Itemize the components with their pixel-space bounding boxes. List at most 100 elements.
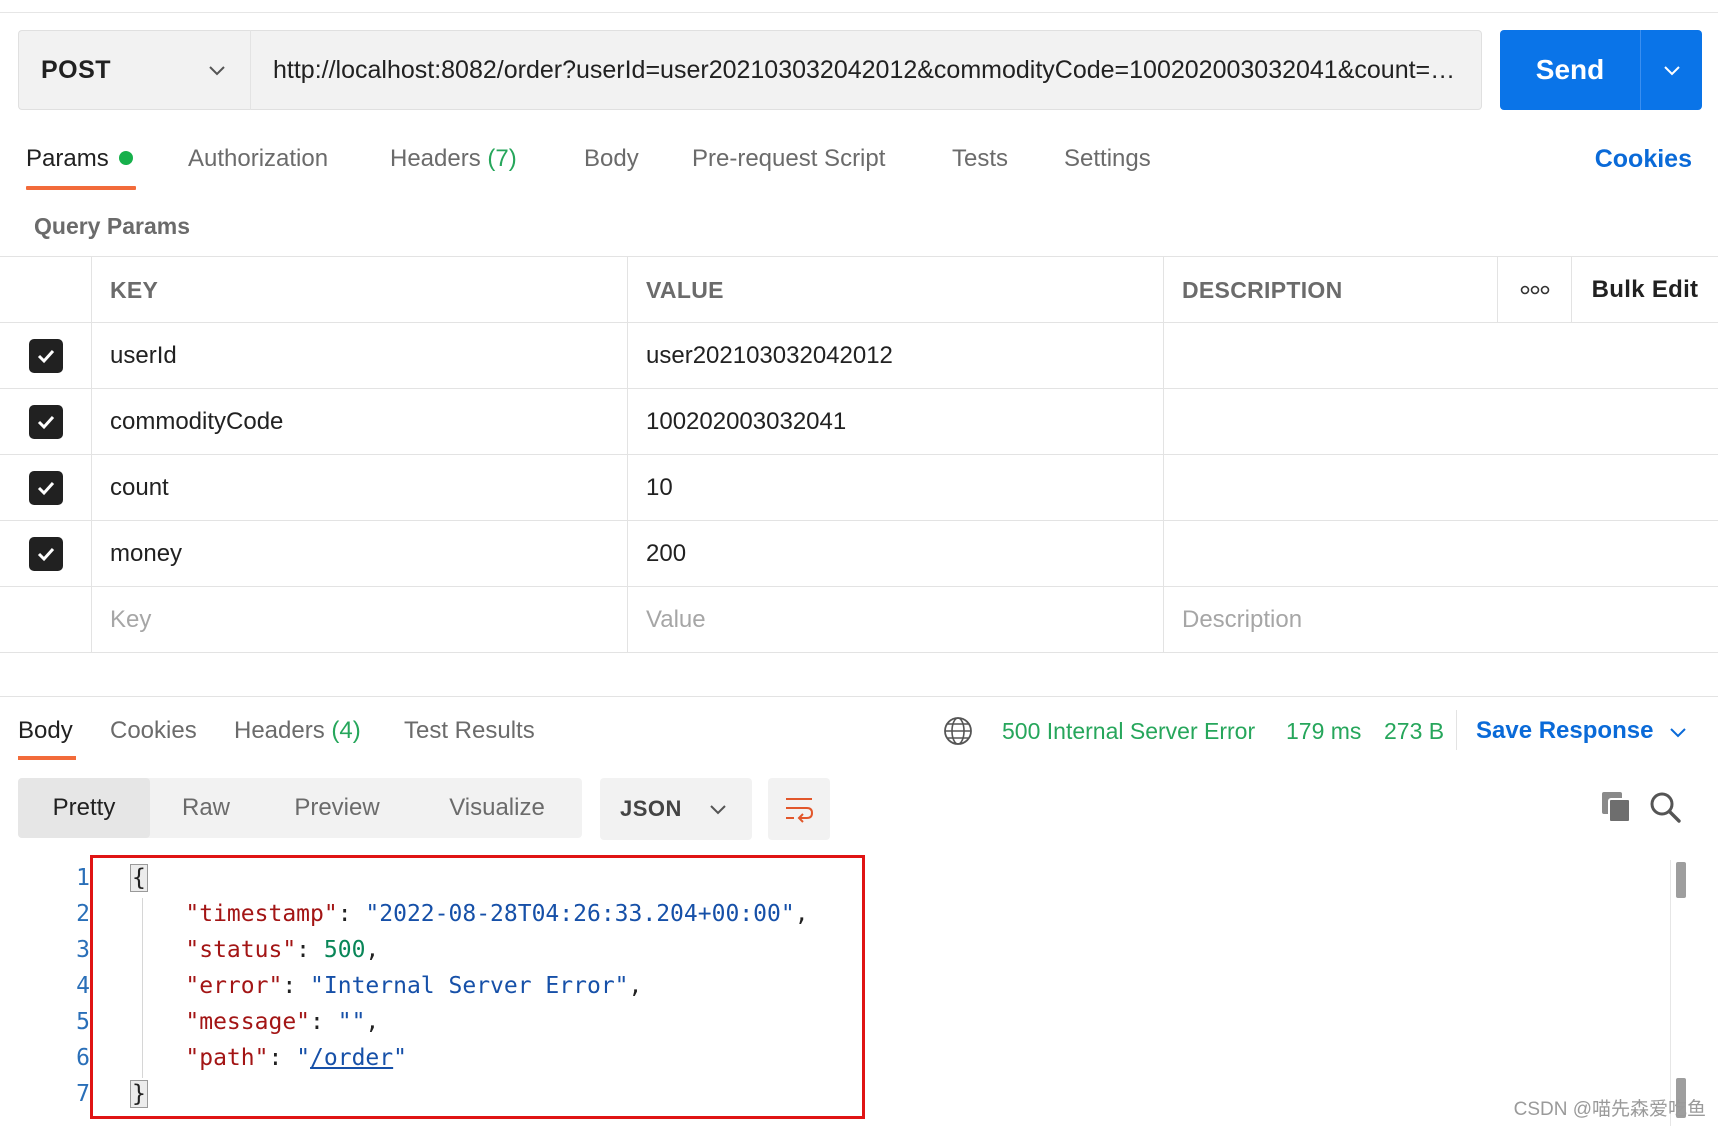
- column-header-key: KEY: [92, 257, 628, 323]
- tab-body[interactable]: Body: [584, 140, 639, 184]
- param-key[interactable]: count: [92, 455, 628, 521]
- table-row: userId user202103032042012: [0, 323, 1718, 389]
- param-description[interactable]: [1164, 323, 1718, 389]
- url-text: http://localhost:8082/order?userId=user2…: [273, 55, 1461, 84]
- row-checkbox-cell: [0, 455, 92, 521]
- response-time[interactable]: 179 ms: [1286, 712, 1361, 750]
- param-value[interactable]: user202103032042012: [628, 323, 1164, 389]
- response-meta-separator: [1456, 710, 1457, 750]
- table-row: commodityCode 100202003032041: [0, 389, 1718, 455]
- chevron-down-icon: [710, 805, 726, 815]
- line-number: 3: [76, 937, 90, 963]
- table-row-new: Key Value Description: [0, 587, 1718, 653]
- copy-icon[interactable]: [1600, 790, 1632, 824]
- new-value-input[interactable]: Value: [628, 587, 1164, 653]
- param-description[interactable]: [1164, 389, 1718, 455]
- highlight-box: [90, 855, 865, 1119]
- search-icon[interactable]: [1648, 790, 1682, 824]
- tab-tests[interactable]: Tests: [952, 140, 1008, 184]
- response-tab-cookies[interactable]: Cookies: [110, 712, 197, 750]
- bulk-edit-button[interactable]: Bulk Edit: [1572, 257, 1718, 323]
- row-checkbox-cell: [0, 521, 92, 587]
- param-description[interactable]: [1164, 521, 1718, 587]
- format-select[interactable]: JSON: [600, 778, 752, 840]
- chevron-down-icon: [209, 66, 225, 76]
- row-checkbox[interactable]: [28, 339, 63, 373]
- globe-icon[interactable]: [942, 715, 974, 747]
- view-mode-preview[interactable]: Preview: [262, 778, 412, 838]
- row-checkbox[interactable]: [28, 405, 63, 439]
- view-mode-visualize[interactable]: Visualize: [412, 778, 582, 838]
- new-key-input[interactable]: Key: [92, 587, 628, 653]
- check-icon: [37, 547, 54, 562]
- line-number: 6: [76, 1045, 90, 1071]
- url-input[interactable]: http://localhost:8082/order?userId=user2…: [250, 30, 1482, 110]
- row-checkbox[interactable]: [28, 537, 63, 571]
- check-icon: [37, 349, 54, 364]
- row-checkbox-cell: [0, 323, 92, 389]
- tab-headers-count: (7): [487, 145, 517, 172]
- wrap-lines-icon: [786, 798, 814, 823]
- chevron-down-icon: [1663, 66, 1680, 76]
- params-active-dot: [118, 150, 133, 165]
- save-response-button[interactable]: Save Response: [1476, 712, 1653, 750]
- param-key[interactable]: money: [92, 521, 628, 587]
- line-number: 7: [76, 1081, 90, 1107]
- param-value[interactable]: 200: [628, 521, 1164, 587]
- response-tab-headers-count: (4): [331, 717, 361, 744]
- send-button[interactable]: Send: [1500, 30, 1640, 110]
- response-tab-body[interactable]: Body: [18, 712, 73, 750]
- cookies-link[interactable]: Cookies: [1595, 140, 1692, 178]
- column-header-value: VALUE: [628, 257, 1164, 323]
- format-label: JSON: [620, 796, 682, 821]
- code-scrollbar-thumb[interactable]: [1676, 862, 1686, 898]
- view-mode-pretty[interactable]: Pretty: [18, 778, 150, 838]
- code-scroll-track: [1670, 860, 1671, 1126]
- param-key[interactable]: userId: [92, 323, 628, 389]
- row-checkbox-cell: [0, 389, 92, 455]
- check-icon: [37, 415, 54, 430]
- check-icon: [37, 481, 54, 496]
- line-number: 2: [76, 901, 90, 927]
- param-description[interactable]: [1164, 455, 1718, 521]
- table-header-row: KEY VALUE DESCRIPTION Bulk Edit: [0, 257, 1718, 323]
- send-options-button[interactable]: [1640, 30, 1702, 110]
- more-dots-icon: [1520, 285, 1549, 295]
- chevron-down-icon[interactable]: [1668, 722, 1688, 742]
- line-number: 5: [76, 1009, 90, 1035]
- query-params-title: Query Params: [34, 213, 190, 239]
- header-checkbox-cell: [0, 257, 92, 323]
- param-key[interactable]: commodityCode: [92, 389, 628, 455]
- response-status[interactable]: 500 Internal Server Error: [1002, 712, 1255, 750]
- view-mode-selector: Pretty Raw Preview Visualize: [18, 778, 582, 838]
- pane-divider[interactable]: [0, 696, 1718, 697]
- response-tab-headers[interactable]: Headers (4): [234, 712, 361, 750]
- response-active-tab-indicator: [18, 756, 76, 760]
- line-number: 4: [76, 973, 90, 999]
- tab-settings[interactable]: Settings: [1064, 140, 1151, 184]
- view-mode-raw[interactable]: Raw: [150, 778, 262, 838]
- active-tab-indicator: [26, 186, 136, 190]
- table-row: count 10: [0, 455, 1718, 521]
- method-label: POST: [41, 55, 112, 84]
- tab-authorization[interactable]: Authorization: [188, 140, 328, 184]
- new-description-input[interactable]: Description: [1164, 587, 1718, 653]
- table-row: money 200: [0, 521, 1718, 587]
- tab-params-label: Params: [26, 145, 109, 172]
- method-select[interactable]: POST: [18, 30, 250, 110]
- line-number: 1: [76, 865, 90, 891]
- response-tab-test-results[interactable]: Test Results: [404, 712, 535, 750]
- column-header-description: DESCRIPTION: [1164, 257, 1498, 323]
- row-checkbox[interactable]: [28, 471, 63, 505]
- tab-prerequest-script[interactable]: Pre-request Script: [692, 140, 885, 184]
- row-checkbox-cell: [0, 587, 92, 653]
- wrap-lines-button[interactable]: [768, 778, 830, 840]
- more-options-button[interactable]: [1498, 257, 1572, 323]
- tab-params[interactable]: Params: [26, 140, 133, 184]
- tab-headers[interactable]: Headers (7): [390, 140, 517, 184]
- param-value[interactable]: 10: [628, 455, 1164, 521]
- param-value[interactable]: 100202003032041: [628, 389, 1164, 455]
- query-params-table: KEY VALUE DESCRIPTION Bulk Edit userId u…: [0, 256, 1718, 653]
- request-tabs: Params Authorization Headers (7) Body Pr…: [0, 140, 1718, 190]
- response-size[interactable]: 273 B: [1384, 712, 1444, 750]
